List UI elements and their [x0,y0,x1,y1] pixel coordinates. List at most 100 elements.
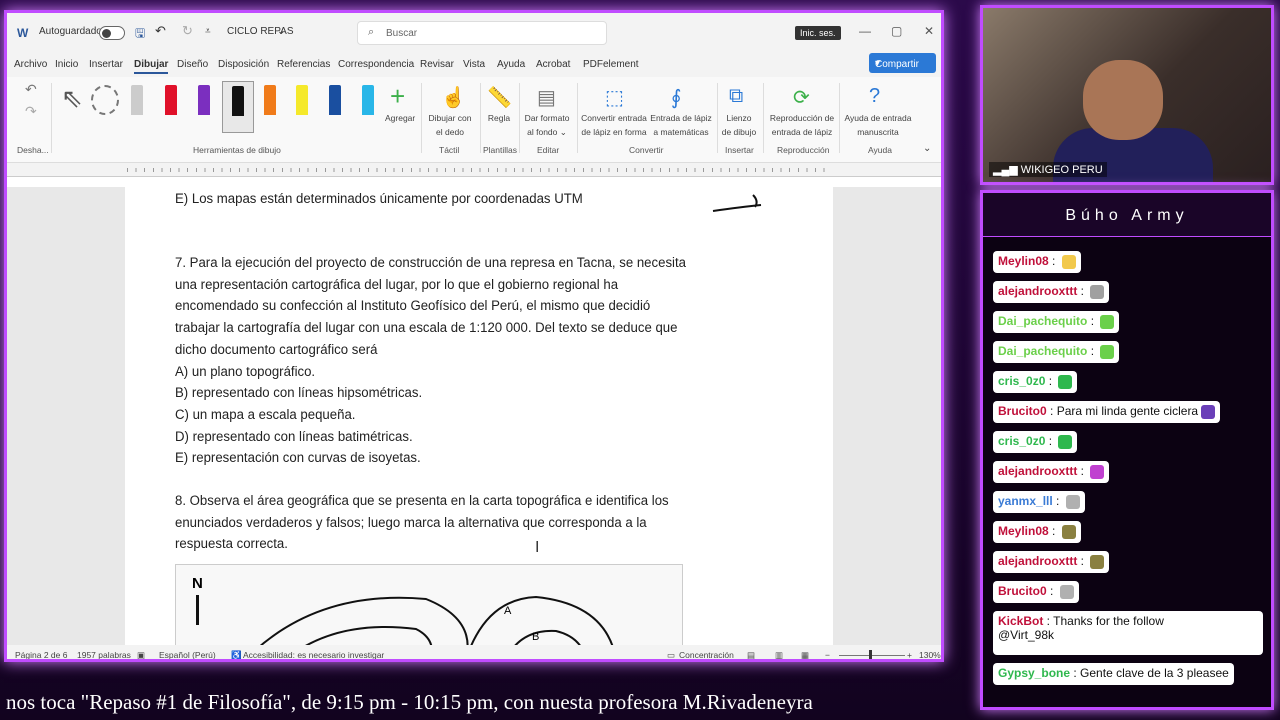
ink-to-shape-icon[interactable]: ⬚ [605,85,624,110]
drawing-canvas-button[interactable]: Lienzo de dibujo [719,111,759,139]
ribbon-undo-icon[interactable]: ↶ [25,81,37,98]
chat-username[interactable]: alejandrooxttt [998,284,1077,298]
help-icon[interactable]: ? [869,85,880,108]
chat-username[interactable]: Dai_pachequito [998,344,1087,358]
btn-label: Convertir entrada [581,113,647,123]
autosave-toggle[interactable] [99,26,125,40]
menu-referencias[interactable]: Referencias [277,59,330,70]
menu-inicio[interactable]: Inicio [55,59,78,70]
ink-scribble-icon [712,194,762,212]
chat-separator: : [1048,524,1059,538]
share-button[interactable]: Compartir ▾ [869,53,936,73]
search-input[interactable]: ⌕ Buscar [357,21,607,45]
menu-pdfelement[interactable]: PDFelement [583,59,639,70]
select-arrow-icon[interactable]: ⇖ [61,83,83,114]
add-pen-icon[interactable]: + [390,81,405,112]
sign-in-button[interactable]: Inic. ses. [795,26,841,40]
print-layout-icon[interactable]: ▥ [775,650,783,659]
divider [577,83,578,153]
chat-username[interactable]: alejandrooxttt [998,554,1077,568]
menu-acrobat[interactable]: Acrobat [536,59,570,70]
customize-icon[interactable]: ⩡ [205,26,211,37]
chevron-down-icon[interactable]: ⌄ [277,26,285,37]
chat-username[interactable]: KickBot [998,614,1043,628]
ink-replay-button[interactable]: Reproducción de entrada de lápiz [767,111,837,139]
eraser-icon[interactable] [131,85,143,115]
menu-revisar[interactable]: Revisar [420,59,454,70]
purple-pen-icon[interactable] [198,85,210,115]
option-e-previous: E) Los mapas están determinados únicamen… [175,191,583,207]
north-label: N [192,575,203,592]
ink-help-button[interactable]: Ayuda de entrada manuscrita [843,111,913,139]
menu-disposicion[interactable]: Disposición [218,59,269,70]
drawing-canvas-icon[interactable]: ⧉ [729,85,743,108]
selected-pen-frame[interactable] [222,81,254,133]
menu-dibujar[interactable]: Dibujar [134,59,169,74]
ink-to-math-button[interactable]: Entrada de lápiz a matemáticas [649,111,713,139]
chat-username[interactable]: Dai_pachequito [998,314,1087,328]
btn-label: al fondo [527,127,558,137]
zoom-out-icon[interactable]: − [825,650,830,659]
language[interactable]: Español (Perú) [159,650,216,659]
menu-archivo[interactable]: Archivo [14,59,47,70]
ink-replay-icon[interactable]: ⟳ [793,85,810,110]
emote-icon [1090,554,1105,569]
btn-label: Dar formato [524,113,570,123]
zoom-level[interactable]: 130% [919,650,941,659]
ink-to-math-icon[interactable]: ∮ [671,85,681,110]
chat-mention[interactable]: @Virt_98k [998,628,1258,642]
blue-pen-icon[interactable] [329,85,341,115]
page-count[interactable]: Página 2 de 6 [15,650,67,659]
chat-username[interactable]: yanmx_lll [998,494,1053,508]
minimize-button[interactable]: — [859,24,871,38]
proofing-icon[interactable]: ▣ [137,650,145,659]
chat-message: yanmx_lll : [993,491,1085,513]
draw-with-finger-icon[interactable]: ☝ [441,85,466,110]
menu-vista[interactable]: Vista [463,59,485,70]
zoom-slider[interactable] [839,655,905,656]
chat-username[interactable]: Meylin08 [998,524,1049,538]
format-background-button[interactable]: Dar formato al fondo ⌄ [521,111,573,139]
chat-username[interactable]: Brucito0 [998,584,1047,598]
menu-diseno[interactable]: Diseño [177,59,208,70]
undo-icon[interactable]: ↶ [155,23,166,39]
accessibility-status[interactable]: Accesibilidad: es necesario investigar [243,650,384,659]
menu-insertar[interactable]: Insertar [89,59,123,70]
focus-mode[interactable]: Concentración [679,650,734,659]
zoom-in-icon[interactable]: + [907,650,912,659]
chat-username[interactable]: cris_0z0 [998,374,1045,388]
lasso-icon[interactable] [91,85,119,115]
close-button[interactable]: ✕ [924,24,934,38]
emote-icon [1061,524,1076,539]
cyan-pen-icon[interactable] [362,85,374,115]
save-icon[interactable]: 🖫 [135,24,145,45]
chat-username[interactable]: alejandrooxttt [998,464,1077,478]
menu-correspondencia[interactable]: Correspondencia [338,59,414,70]
orange-pen-icon[interactable] [264,85,276,115]
ruler-icon[interactable]: 📏 [487,85,512,110]
chat-username[interactable]: Meylin08 [998,254,1049,268]
yellow-highlighter-icon[interactable] [296,85,308,115]
chat-username[interactable]: Gypsy_bone [998,666,1070,680]
web-layout-icon[interactable]: ▦ [801,650,809,659]
document-page[interactable]: E) Los mapas están determinados únicamen… [125,187,833,659]
chat-message: Gypsy_bone : Gente clave de la 3 pleasee [993,663,1234,685]
maximize-button[interactable]: ▢ [891,24,902,38]
draw-with-finger-button[interactable]: Dibujar con el dedo [425,111,475,139]
format-background-icon[interactable]: ▤ [537,85,556,110]
read-mode-icon[interactable]: ▤ [747,650,755,659]
emote-icon [1090,464,1105,479]
redo-icon[interactable]: ↻ [182,23,193,39]
chat-username[interactable]: Brucito0 [998,404,1047,418]
ribbon-redo-icon[interactable]: ↷ [25,103,37,120]
chat-username[interactable]: cris_0z0 [998,434,1045,448]
ruler-button[interactable]: Regla [481,111,517,125]
group-reproduccion: Reproducción [777,145,830,155]
word-count[interactable]: 1957 palabras [77,650,131,659]
ink-to-shape-button[interactable]: Convertir entrada de lápiz en forma [579,111,649,139]
zoom-slider-thumb[interactable] [869,650,872,659]
menu-ayuda[interactable]: Ayuda [497,59,525,70]
collapse-ribbon-icon[interactable]: ⌄ [923,143,931,154]
add-pen-label[interactable]: Agregar [385,111,415,125]
red-pen-icon[interactable] [165,85,177,115]
